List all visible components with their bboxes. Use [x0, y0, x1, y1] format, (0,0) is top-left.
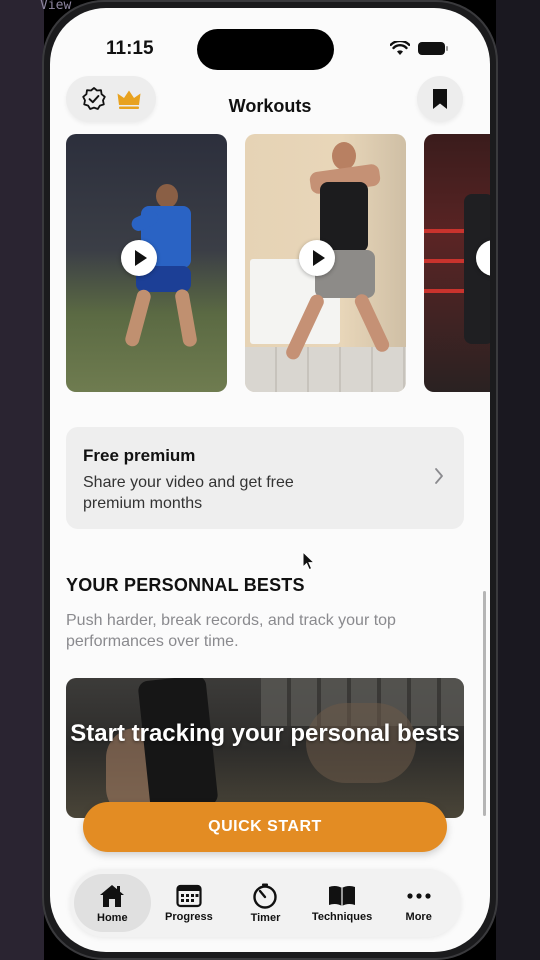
tab-techniques[interactable]: Techniques	[304, 874, 381, 932]
stopwatch-icon	[253, 883, 278, 909]
tab-bar: Home Progress Timer Techniques More	[70, 869, 461, 937]
bookmark-button[interactable]	[417, 76, 463, 122]
quick-start-label: QUICK START	[208, 818, 322, 835]
quick-start-button[interactable]: QUICK START	[83, 802, 447, 852]
house-icon	[100, 884, 125, 907]
tab-label: Home	[97, 911, 128, 924]
tab-label: Techniques	[311, 910, 373, 923]
ellipsis-icon	[407, 892, 431, 899]
app-screen: 11:15 Workouts Free premium Share your v…	[50, 8, 490, 952]
play-icon	[489, 250, 490, 266]
play-icon	[134, 250, 147, 266]
personal-bests-banner[interactable]: Start tracking your personal bests	[66, 678, 464, 818]
video-card-boxer-ring[interactable]	[424, 134, 490, 392]
tab-progress[interactable]: Progress	[151, 874, 228, 932]
book-icon	[329, 885, 356, 906]
free-premium-card[interactable]: Free premium Share your video and get fr…	[66, 427, 464, 529]
personal-bests-title: YOUR PERSONNAL BESTS	[66, 575, 305, 595]
calendar-icon	[176, 884, 202, 907]
play-icon	[312, 250, 325, 266]
status-icons	[390, 41, 448, 56]
video-card-boxer-blue[interactable]	[66, 134, 227, 392]
background-right	[496, 0, 540, 960]
background-left	[0, 0, 44, 960]
tab-more[interactable]: More	[380, 874, 457, 932]
bookmark-icon	[433, 89, 447, 109]
status-time: 11:15	[106, 38, 154, 59]
play-button[interactable]	[299, 240, 335, 276]
mouse-cursor-icon	[302, 551, 316, 571]
promo-title: Free premium	[83, 446, 196, 465]
video-card-boxer-black[interactable]	[245, 134, 406, 392]
scrollbar[interactable]	[483, 591, 486, 816]
tab-timer[interactable]: Timer	[227, 874, 304, 932]
battery-icon	[418, 42, 448, 55]
tab-label: Progress	[165, 910, 213, 923]
banner-text: Start tracking your personal bests	[70, 720, 460, 747]
tab-home[interactable]: Home	[74, 874, 151, 932]
personal-bests-subtitle: Push harder, break records, and track yo…	[66, 612, 396, 650]
tab-label: Timer	[250, 911, 281, 924]
dynamic-island	[197, 29, 334, 70]
wifi-icon	[390, 41, 410, 55]
chevron-right-icon	[435, 468, 443, 484]
play-button[interactable]	[121, 240, 157, 276]
tiled-floor	[245, 347, 406, 392]
phone-frame: 11:15 Workouts Free premium Share your v…	[42, 0, 498, 960]
promo-subtitle: Share your video and get free premium mo…	[83, 474, 294, 512]
tab-label: More	[405, 910, 432, 923]
video-carousel[interactable]	[66, 134, 490, 392]
